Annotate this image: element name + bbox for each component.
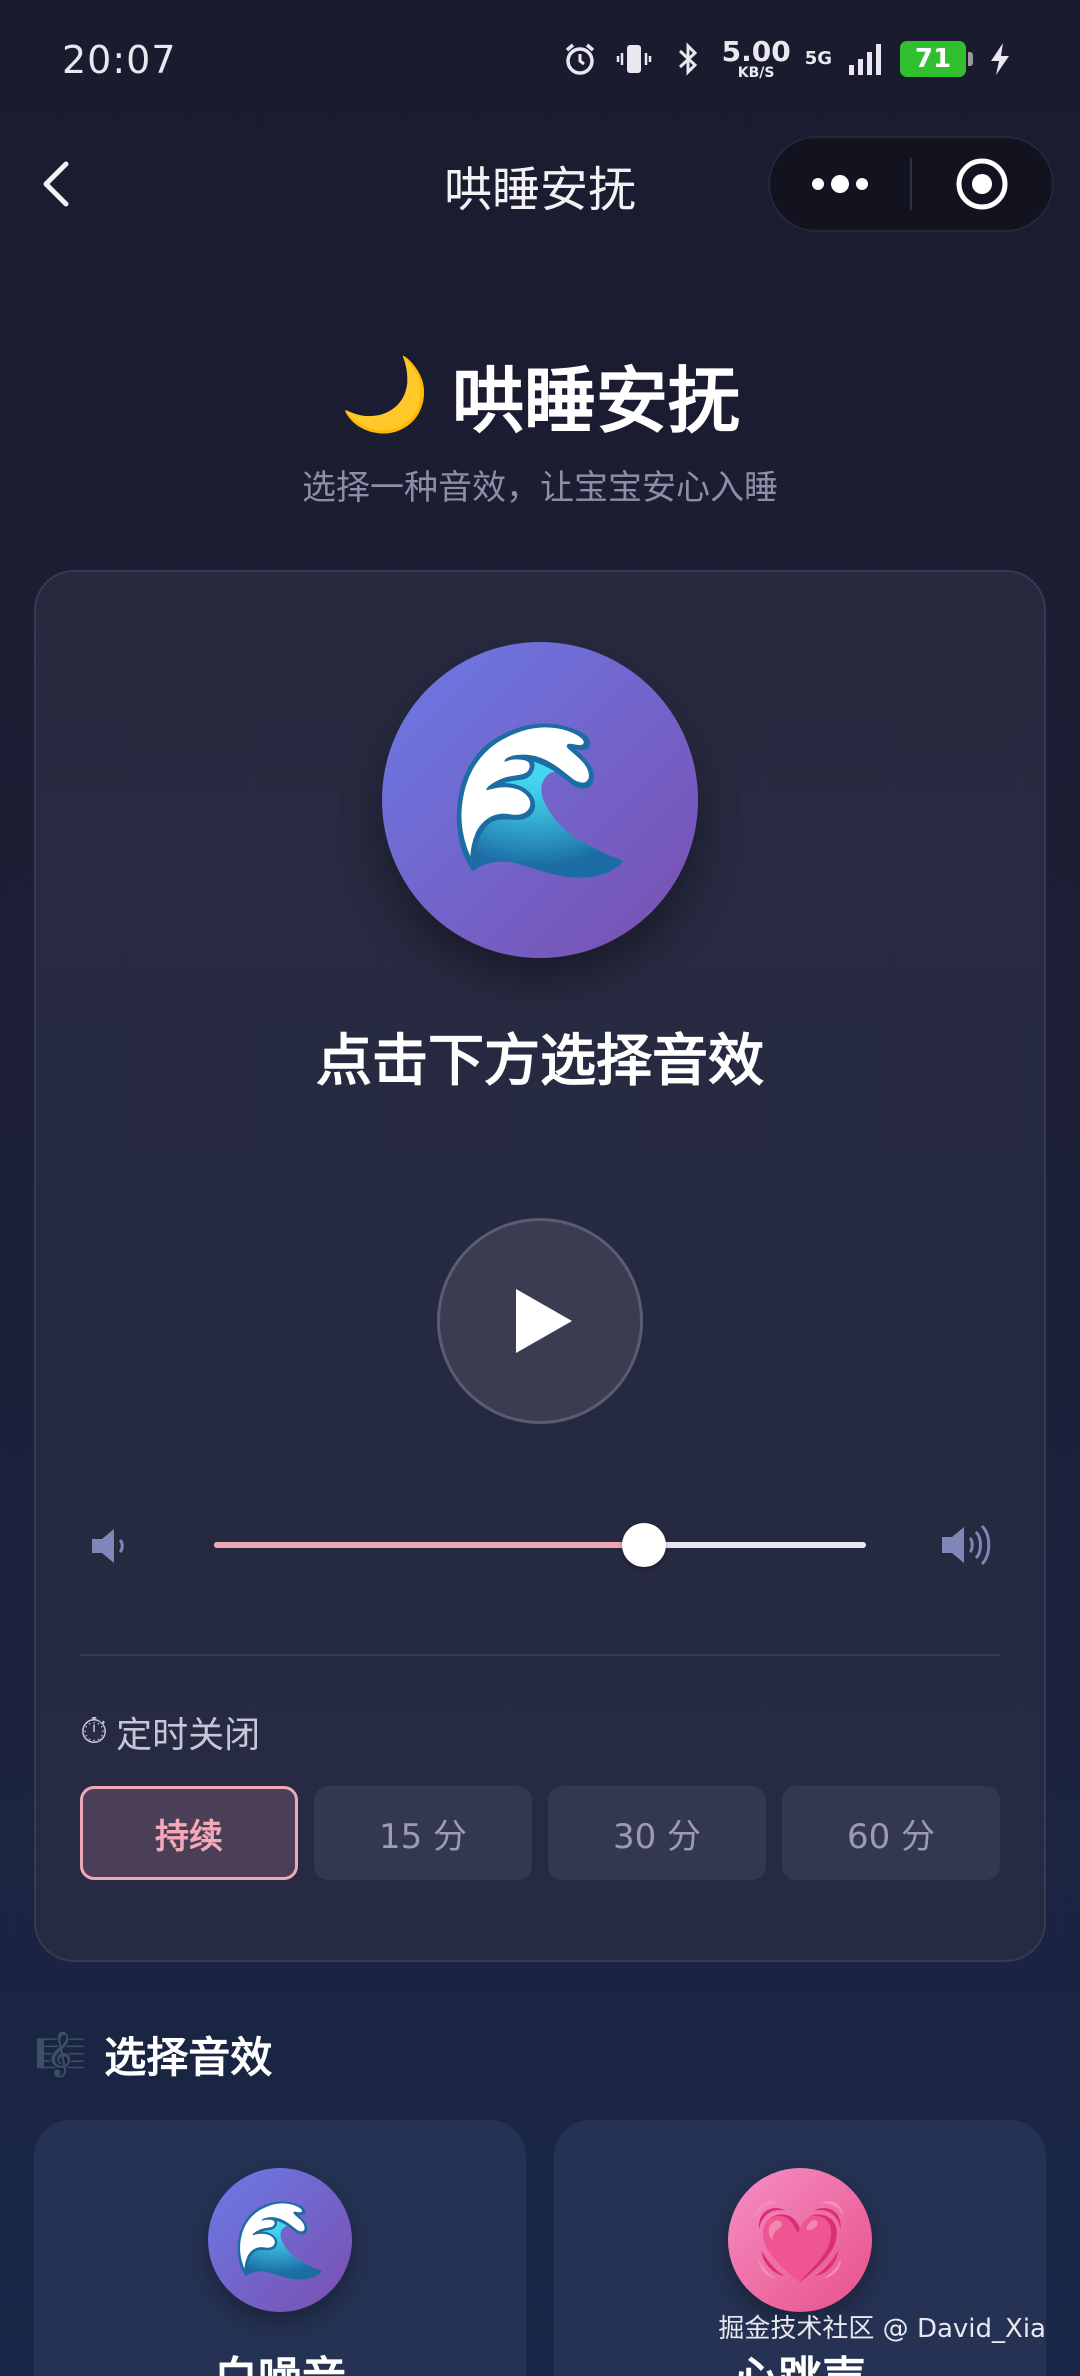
timer-option-15[interactable]: 15 分 — [314, 1786, 532, 1880]
heartbeat-artwork: 💓 — [728, 2168, 872, 2312]
section-title: 🎼 选择音效 — [34, 2024, 272, 2085]
volume-low-icon — [88, 1524, 138, 1568]
volume-slider-thumb[interactable] — [622, 1523, 666, 1567]
mini-program-capsule — [768, 136, 1054, 232]
volume-slider-fill — [214, 1542, 644, 1548]
network-speed: 5.00 KB/S — [721, 35, 791, 81]
volume-high-icon — [938, 1520, 994, 1570]
close-mini-program-button[interactable] — [912, 138, 1052, 230]
current-sound-artwork: 🌊 — [382, 642, 698, 958]
section-title-text: 选择音效 — [104, 2033, 273, 2082]
page-title-text: 哄睡安抚 — [451, 359, 740, 443]
more-button[interactable] — [770, 138, 910, 230]
watermark: 掘金技术社区 @ David_Xia — [718, 2314, 1046, 2344]
timer-label: 定时关闭 — [116, 1715, 261, 1756]
page-title: 🌙 哄睡安抚 — [0, 342, 1080, 447]
sound-name: 白噪音 — [34, 2342, 526, 2376]
moon-icon: 🌙 — [340, 352, 430, 436]
speed-unit: KB/S — [737, 65, 775, 81]
play-button[interactable] — [437, 1218, 643, 1424]
white-noise-artwork: 🌊 — [208, 2168, 352, 2312]
alarm-icon — [560, 39, 600, 79]
signal-icon — [846, 39, 886, 79]
timer-option-continuous[interactable]: 持续 — [80, 1786, 298, 1880]
speed-value: 5.00 — [721, 35, 791, 68]
network-type: 5G — [804, 48, 832, 69]
music-score-icon: 🎼 — [34, 2029, 87, 2079]
timer-option-60[interactable]: 60 分 — [782, 1786, 1000, 1880]
more-dots-icon — [812, 175, 868, 193]
sound-card-white-noise[interactable]: 🌊 白噪音 — [34, 2120, 526, 2376]
status-time: 20:07 — [62, 38, 177, 82]
bluetooth-icon — [668, 39, 708, 79]
sound-name: 心跳声 — [554, 2342, 1046, 2376]
status-icons: 5.00 KB/S 5G 71 — [560, 38, 1020, 80]
play-icon — [516, 1289, 572, 1353]
wave-icon: 🌊 — [446, 713, 634, 887]
battery-indicator: 71 — [900, 41, 973, 77]
vibrate-icon — [614, 39, 654, 79]
charging-icon — [980, 39, 1020, 79]
timer-heading: ⏱ 定时关闭 — [80, 1706, 260, 1758]
timer-option-30[interactable]: 30 分 — [548, 1786, 766, 1880]
page-subtitle: 选择一种音效，让宝宝安心入睡 — [302, 468, 778, 508]
card-divider — [80, 1654, 1000, 1656]
target-circle-icon — [956, 158, 1008, 210]
player-prompt: 点击下方选择音效 — [316, 1029, 764, 1094]
timer-icon: ⏱ — [80, 1711, 109, 1752]
heart-icon: 💓 — [752, 2195, 848, 2284]
wave-icon: 🌊 — [232, 2195, 328, 2284]
